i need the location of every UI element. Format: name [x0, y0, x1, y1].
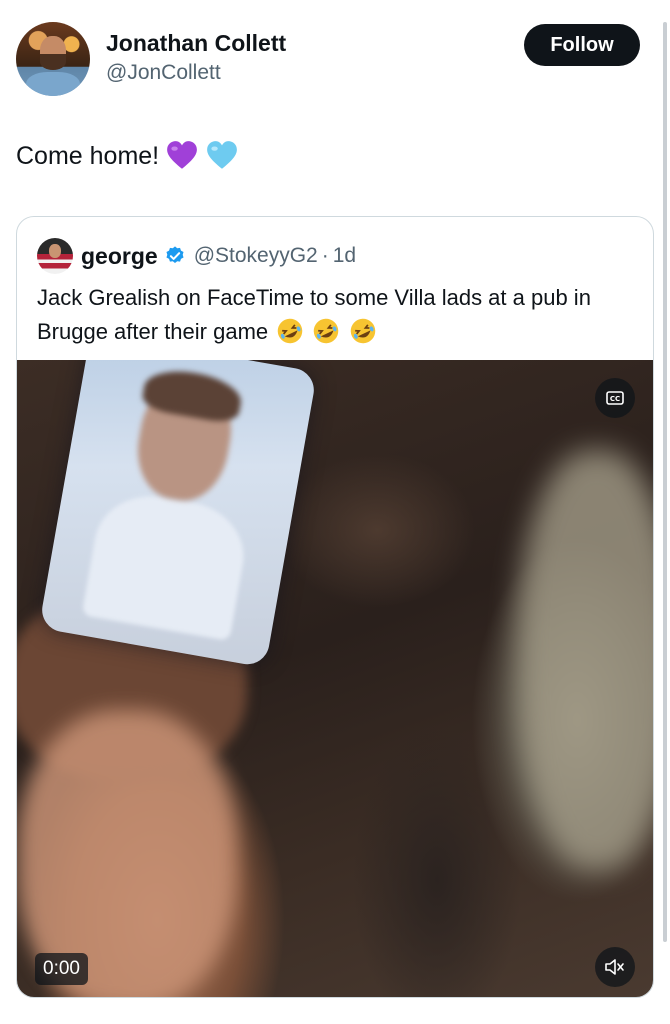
tweet-text: Come home!: [16, 138, 239, 174]
quoted-separator: ·: [321, 244, 329, 267]
cc-icon: CC: [606, 391, 624, 405]
quoted-timestamp[interactable]: 1d: [333, 244, 356, 268]
quoted-display-name[interactable]: george: [81, 243, 158, 270]
video-phone: [38, 360, 318, 668]
follow-button[interactable]: Follow: [524, 24, 640, 66]
muted-speaker-icon: [605, 959, 624, 975]
quoted-text: Jack Grealish on FaceTime to some Villa …: [37, 281, 637, 349]
author-avatar[interactable]: [16, 22, 90, 96]
tweet-header: Jonathan Collett @JonCollett Follow: [16, 22, 640, 98]
quoted-tweet[interactable]: george @StokeyyG2 · 1d Jack Grealish on …: [16, 216, 654, 998]
svg-text:CC: CC: [610, 395, 620, 403]
light-blue-heart-icon: [207, 141, 237, 169]
scrollbar[interactable]: [663, 22, 667, 942]
purple-heart-icon: [167, 141, 197, 169]
quoted-handle[interactable]: @StokeyyG2: [194, 244, 318, 268]
video-timestamp: 0:00: [35, 953, 88, 985]
quoted-avatar[interactable]: [37, 238, 73, 274]
author-handle[interactable]: @JonCollett: [106, 58, 286, 88]
verified-badge-icon: [166, 246, 184, 264]
author-display-name[interactable]: Jonathan Collett: [106, 28, 286, 58]
quoted-avatar-face: [49, 244, 61, 258]
avatar-shirt: [26, 72, 80, 96]
video-player[interactable]: CC 0:00: [17, 360, 653, 997]
laughing-emoji-icon: [350, 318, 375, 344]
mute-button[interactable]: [595, 947, 635, 987]
captions-button[interactable]: CC: [595, 378, 635, 418]
author-names: Jonathan Collett @JonCollett: [106, 28, 286, 88]
laughing-emoji-icon: [314, 318, 339, 344]
avatar-beard: [40, 54, 66, 70]
quoted-header: george @StokeyyG2 · 1d: [37, 237, 356, 275]
video-blur-shape: [517, 450, 653, 870]
tweet-text-content: Come home!: [16, 142, 160, 170]
laughing-emoji-icon: [278, 318, 303, 344]
phone-person-body: [81, 486, 252, 642]
